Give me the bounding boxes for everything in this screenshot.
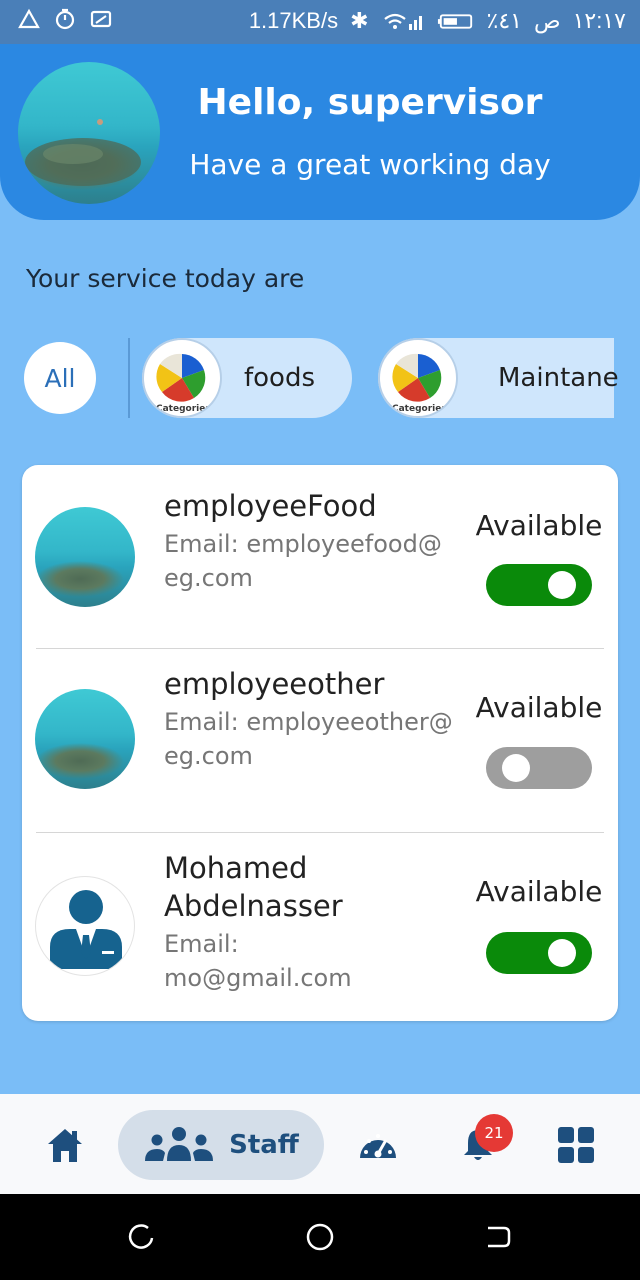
employee-name: Mohamed Abdelnasser (164, 851, 343, 923)
toggle-knob (548, 571, 576, 599)
employee-email: Email: mo@gmail.com (164, 930, 352, 992)
recents-icon[interactable] (128, 1224, 156, 1252)
page-title: Hello, supervisor (197, 82, 543, 123)
employee-name: employeeother (164, 667, 385, 701)
availability-toggle[interactable] (486, 932, 592, 974)
employee-avatar (35, 876, 135, 976)
staff-row[interactable]: employeeother Email: employeeother@eg.co… (22, 649, 618, 831)
staff-row[interactable]: Mohamed Abdelnasser Email: mo@gmail.com … (22, 833, 618, 1021)
system-navigation-bar (0, 1194, 640, 1280)
grid-icon (558, 1127, 594, 1163)
stopwatch-icon (55, 8, 75, 30)
dashboard-gauge-icon (360, 1134, 396, 1158)
category-all-chip[interactable]: All (24, 342, 96, 414)
availability-label: Available (475, 875, 603, 908)
battery-percent: ٪٤١ (486, 8, 522, 33)
header-banner: Hello, supervisor Have a great working d… (0, 44, 640, 220)
staff-row[interactable]: employeeFood Email: employeefood@eg.com … (22, 465, 618, 647)
supervisor-avatar[interactable] (18, 62, 160, 204)
category-filter-bar: All Categories foods Categories Maintane (0, 336, 640, 420)
beach-photo-icon (25, 119, 141, 186)
home-icon (48, 1129, 82, 1162)
status-right-info: 1.17KB/s ✱ ٪٤١ ص ١٢:١٧ (249, 8, 626, 34)
bluetooth-icon: ✱ (350, 8, 369, 33)
person-suit-icon (50, 890, 122, 969)
battery-icon (437, 14, 472, 29)
services-heading: Your service today are (26, 264, 305, 293)
network-speed: 1.17KB/s (248, 8, 339, 33)
notification-badge: 21 (475, 1114, 513, 1152)
category-label: foods (244, 363, 316, 393)
back-icon[interactable] (482, 1222, 512, 1252)
category-chip-maintenance[interactable]: Categories Maintane (378, 338, 619, 418)
categories-puzzle-icon: Categories (142, 338, 222, 418)
greeting-subtitle: Have a great working day (189, 148, 551, 181)
nav-staff-label: Staff (229, 1130, 299, 1160)
staff-icon (145, 1127, 214, 1161)
toggle-knob (502, 754, 530, 782)
employee-email: Email: employeefood@eg.com (164, 530, 442, 592)
employee-avatar (35, 689, 135, 789)
employee-email: Email: employeeother@eg.com (164, 708, 453, 770)
availability-label: Available (475, 509, 603, 542)
category-divider (128, 338, 130, 418)
status-left-icons (18, 8, 112, 30)
employee-name: employeeFood (164, 489, 377, 523)
employee-avatar (35, 507, 135, 607)
clock-time: ١٢:١٧ (572, 8, 626, 33)
status-bar: 1.17KB/s ✱ ٪٤١ ص ١٢:١٧ (0, 0, 640, 44)
warning-triangle-icon (18, 8, 40, 29)
availability-toggle[interactable] (486, 747, 592, 789)
home-circle-icon[interactable] (305, 1222, 335, 1252)
toggle-knob (548, 939, 576, 967)
nav-menu[interactable] (552, 1110, 600, 1180)
time-ampm: ص (534, 8, 561, 33)
category-chip-foods[interactable]: Categories foods (142, 338, 352, 418)
staff-list-card: employeeFood Email: employeefood@eg.com … (22, 465, 618, 1021)
availability-toggle[interactable] (486, 564, 592, 606)
cast-icon (90, 10, 112, 28)
nav-dashboard[interactable] (354, 1110, 402, 1180)
categories-puzzle-icon: Categories (378, 338, 458, 418)
bottom-navigation: Staff (0, 1094, 640, 1194)
wifi-signal-icon (383, 13, 422, 30)
availability-label: Available (475, 691, 603, 724)
nav-home[interactable] (40, 1110, 90, 1180)
nav-staff[interactable]: Staff (118, 1110, 324, 1180)
category-label: Maintane (498, 363, 619, 393)
